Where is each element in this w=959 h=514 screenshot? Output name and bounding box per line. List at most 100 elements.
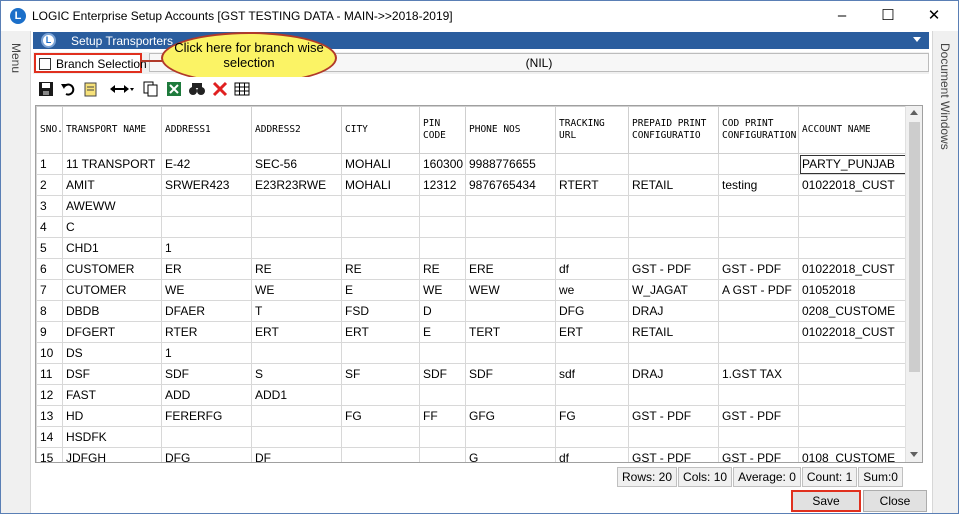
table-cell[interactable] xyxy=(341,216,420,238)
table-cell[interactable]: RTERT xyxy=(555,174,629,196)
table-cell[interactable]: 11 xyxy=(36,363,63,385)
table-cell[interactable] xyxy=(628,342,719,364)
table-row[interactable]: 9 DFGERT RTER ERT ERT E TERT ERT RETAIL 01022018_… xyxy=(36,321,907,343)
table-cell[interactable]: ERT xyxy=(251,321,342,343)
table-cell[interactable] xyxy=(161,195,252,217)
table-cell[interactable]: 1 xyxy=(161,342,252,364)
table-cell[interactable]: 01022018_CUST xyxy=(798,258,907,280)
table-cell[interactable]: WEW xyxy=(465,279,556,301)
table-cell[interactable]: TERT xyxy=(465,321,556,343)
column-header[interactable]: TRANSPORT NAME xyxy=(62,106,162,154)
table-cell[interactable]: A GST - PDF xyxy=(718,279,799,301)
table-cell[interactable]: RE xyxy=(341,258,420,280)
table-cell[interactable] xyxy=(628,426,719,448)
column-header[interactable]: PHONE NOS xyxy=(465,106,556,154)
table-cell[interactable]: 0108_CUSTOME xyxy=(798,447,907,462)
table-cell[interactable] xyxy=(798,384,907,406)
table-cell[interactable]: G xyxy=(465,447,556,462)
table-cell[interactable] xyxy=(419,384,466,406)
table-cell[interactable]: 4 xyxy=(36,216,63,238)
table-cell[interactable]: C xyxy=(62,216,162,238)
table-cell[interactable]: 7 xyxy=(36,279,63,301)
table-cell[interactable] xyxy=(718,384,799,406)
move-columns-icon[interactable] xyxy=(109,81,135,98)
table-cell[interactable]: 5 xyxy=(36,237,63,259)
table-cell[interactable]: HD xyxy=(62,405,162,427)
table-cell[interactable]: GST - PDF xyxy=(718,447,799,462)
table-cell[interactable] xyxy=(718,153,799,175)
table-row[interactable]: 6 CUSTOMER ER RE RE RE ERE df GST - PDF GST - PDF… xyxy=(36,258,907,280)
table-cell[interactable] xyxy=(465,384,556,406)
table-cell[interactable]: E xyxy=(341,279,420,301)
table-cell[interactable]: ER xyxy=(161,258,252,280)
table-row[interactable]: 15 JDFGH DFG DF Gdf GST - PDF GST - PDF 0108_CU… xyxy=(36,447,907,462)
table-row[interactable]: 14 HSDFK xyxy=(36,426,907,448)
table-cell[interactable] xyxy=(718,195,799,217)
table-row[interactable]: 7 CUTOMER WE WE E WE WEW we W_JAGAT A GST - PDF 01… xyxy=(36,279,907,301)
table-cell[interactable]: RE xyxy=(419,258,466,280)
table-cell[interactable] xyxy=(555,216,629,238)
table-cell[interactable] xyxy=(718,426,799,448)
table-cell[interactable] xyxy=(251,405,342,427)
table-cell[interactable] xyxy=(419,342,466,364)
table-cell[interactable] xyxy=(798,342,907,364)
table-cell[interactable]: D xyxy=(419,300,466,322)
table-cell[interactable]: 1 xyxy=(161,237,252,259)
table-cell[interactable] xyxy=(798,237,907,259)
table-cell[interactable]: SEC-56 xyxy=(251,153,342,175)
table-cell[interactable] xyxy=(798,195,907,217)
table-cell[interactable]: GST - PDF xyxy=(628,405,719,427)
table-cell[interactable] xyxy=(555,195,629,217)
table-cell[interactable]: WE xyxy=(251,279,342,301)
setup-transporters-tab[interactable]: L Setup Transporters xyxy=(33,32,929,49)
table-cell[interactable] xyxy=(555,342,629,364)
branch-selection-checkbox-container[interactable]: Branch Selection xyxy=(34,53,147,73)
table-cell[interactable]: S xyxy=(251,363,342,385)
column-header[interactable]: ACCOUNT NAME xyxy=(798,106,907,154)
table-cell[interactable]: HSDFK xyxy=(62,426,162,448)
table-cell[interactable]: ERE xyxy=(465,258,556,280)
table-cell[interactable]: MOHALI xyxy=(341,153,420,175)
table-cell[interactable] xyxy=(465,195,556,217)
save-button[interactable]: Save xyxy=(791,490,861,512)
table-cell[interactable]: 2 xyxy=(36,174,63,196)
scroll-thumb[interactable] xyxy=(909,122,920,372)
table-cell[interactable]: GST - PDF xyxy=(718,258,799,280)
table-cell[interactable]: FG xyxy=(555,405,629,427)
table-cell[interactable] xyxy=(555,237,629,259)
table-cell[interactable] xyxy=(419,447,466,462)
table-cell[interactable]: 9988776655 xyxy=(465,153,556,175)
column-header[interactable]: TRACKING URL xyxy=(555,106,629,154)
table-cell[interactable] xyxy=(465,300,556,322)
table-cell[interactable]: SDF xyxy=(465,363,556,385)
table-cell[interactable]: df xyxy=(555,447,629,462)
table-cell[interactable]: CUSTOMER xyxy=(62,258,162,280)
table-cell[interactable] xyxy=(341,237,420,259)
column-header[interactable]: COD PRINT CONFIGURATION xyxy=(718,106,799,154)
table-cell[interactable]: JDFGH xyxy=(62,447,162,462)
table-cell[interactable]: ERT xyxy=(341,321,420,343)
table-cell[interactable]: 8 xyxy=(36,300,63,322)
table-cell[interactable]: DS xyxy=(62,342,162,364)
table-row[interactable]: 11 DSF SDF S SF SDF SDF sdf DRAJ 1.GST TAX xyxy=(36,363,907,385)
table-cell[interactable]: SF xyxy=(341,363,420,385)
table-row[interactable]: 10 DS 1 xyxy=(36,342,907,364)
table-cell[interactable] xyxy=(718,321,799,343)
table-cell[interactable]: DFAER xyxy=(161,300,252,322)
table-cell[interactable]: df xyxy=(555,258,629,280)
table-cell[interactable]: DBDB xyxy=(62,300,162,322)
find-icon[interactable] xyxy=(188,81,206,98)
table-cell[interactable]: testing xyxy=(718,174,799,196)
table-cell[interactable] xyxy=(718,300,799,322)
table-cell[interactable] xyxy=(798,405,907,427)
table-cell[interactable] xyxy=(251,426,342,448)
table-cell[interactable]: SDF xyxy=(161,363,252,385)
table-cell[interactable] xyxy=(628,153,719,175)
copy-icon[interactable] xyxy=(143,81,159,98)
table-cell[interactable]: RTER xyxy=(161,321,252,343)
table-cell[interactable] xyxy=(628,237,719,259)
table-cell[interactable]: 9 xyxy=(36,321,63,343)
table-cell[interactable]: 13 xyxy=(36,405,63,427)
excel-icon[interactable] xyxy=(166,81,182,98)
table-row[interactable]: 8 DBDB DFAER T FSD D DFG DRAJ 0208_CUSTOME xyxy=(36,300,907,322)
